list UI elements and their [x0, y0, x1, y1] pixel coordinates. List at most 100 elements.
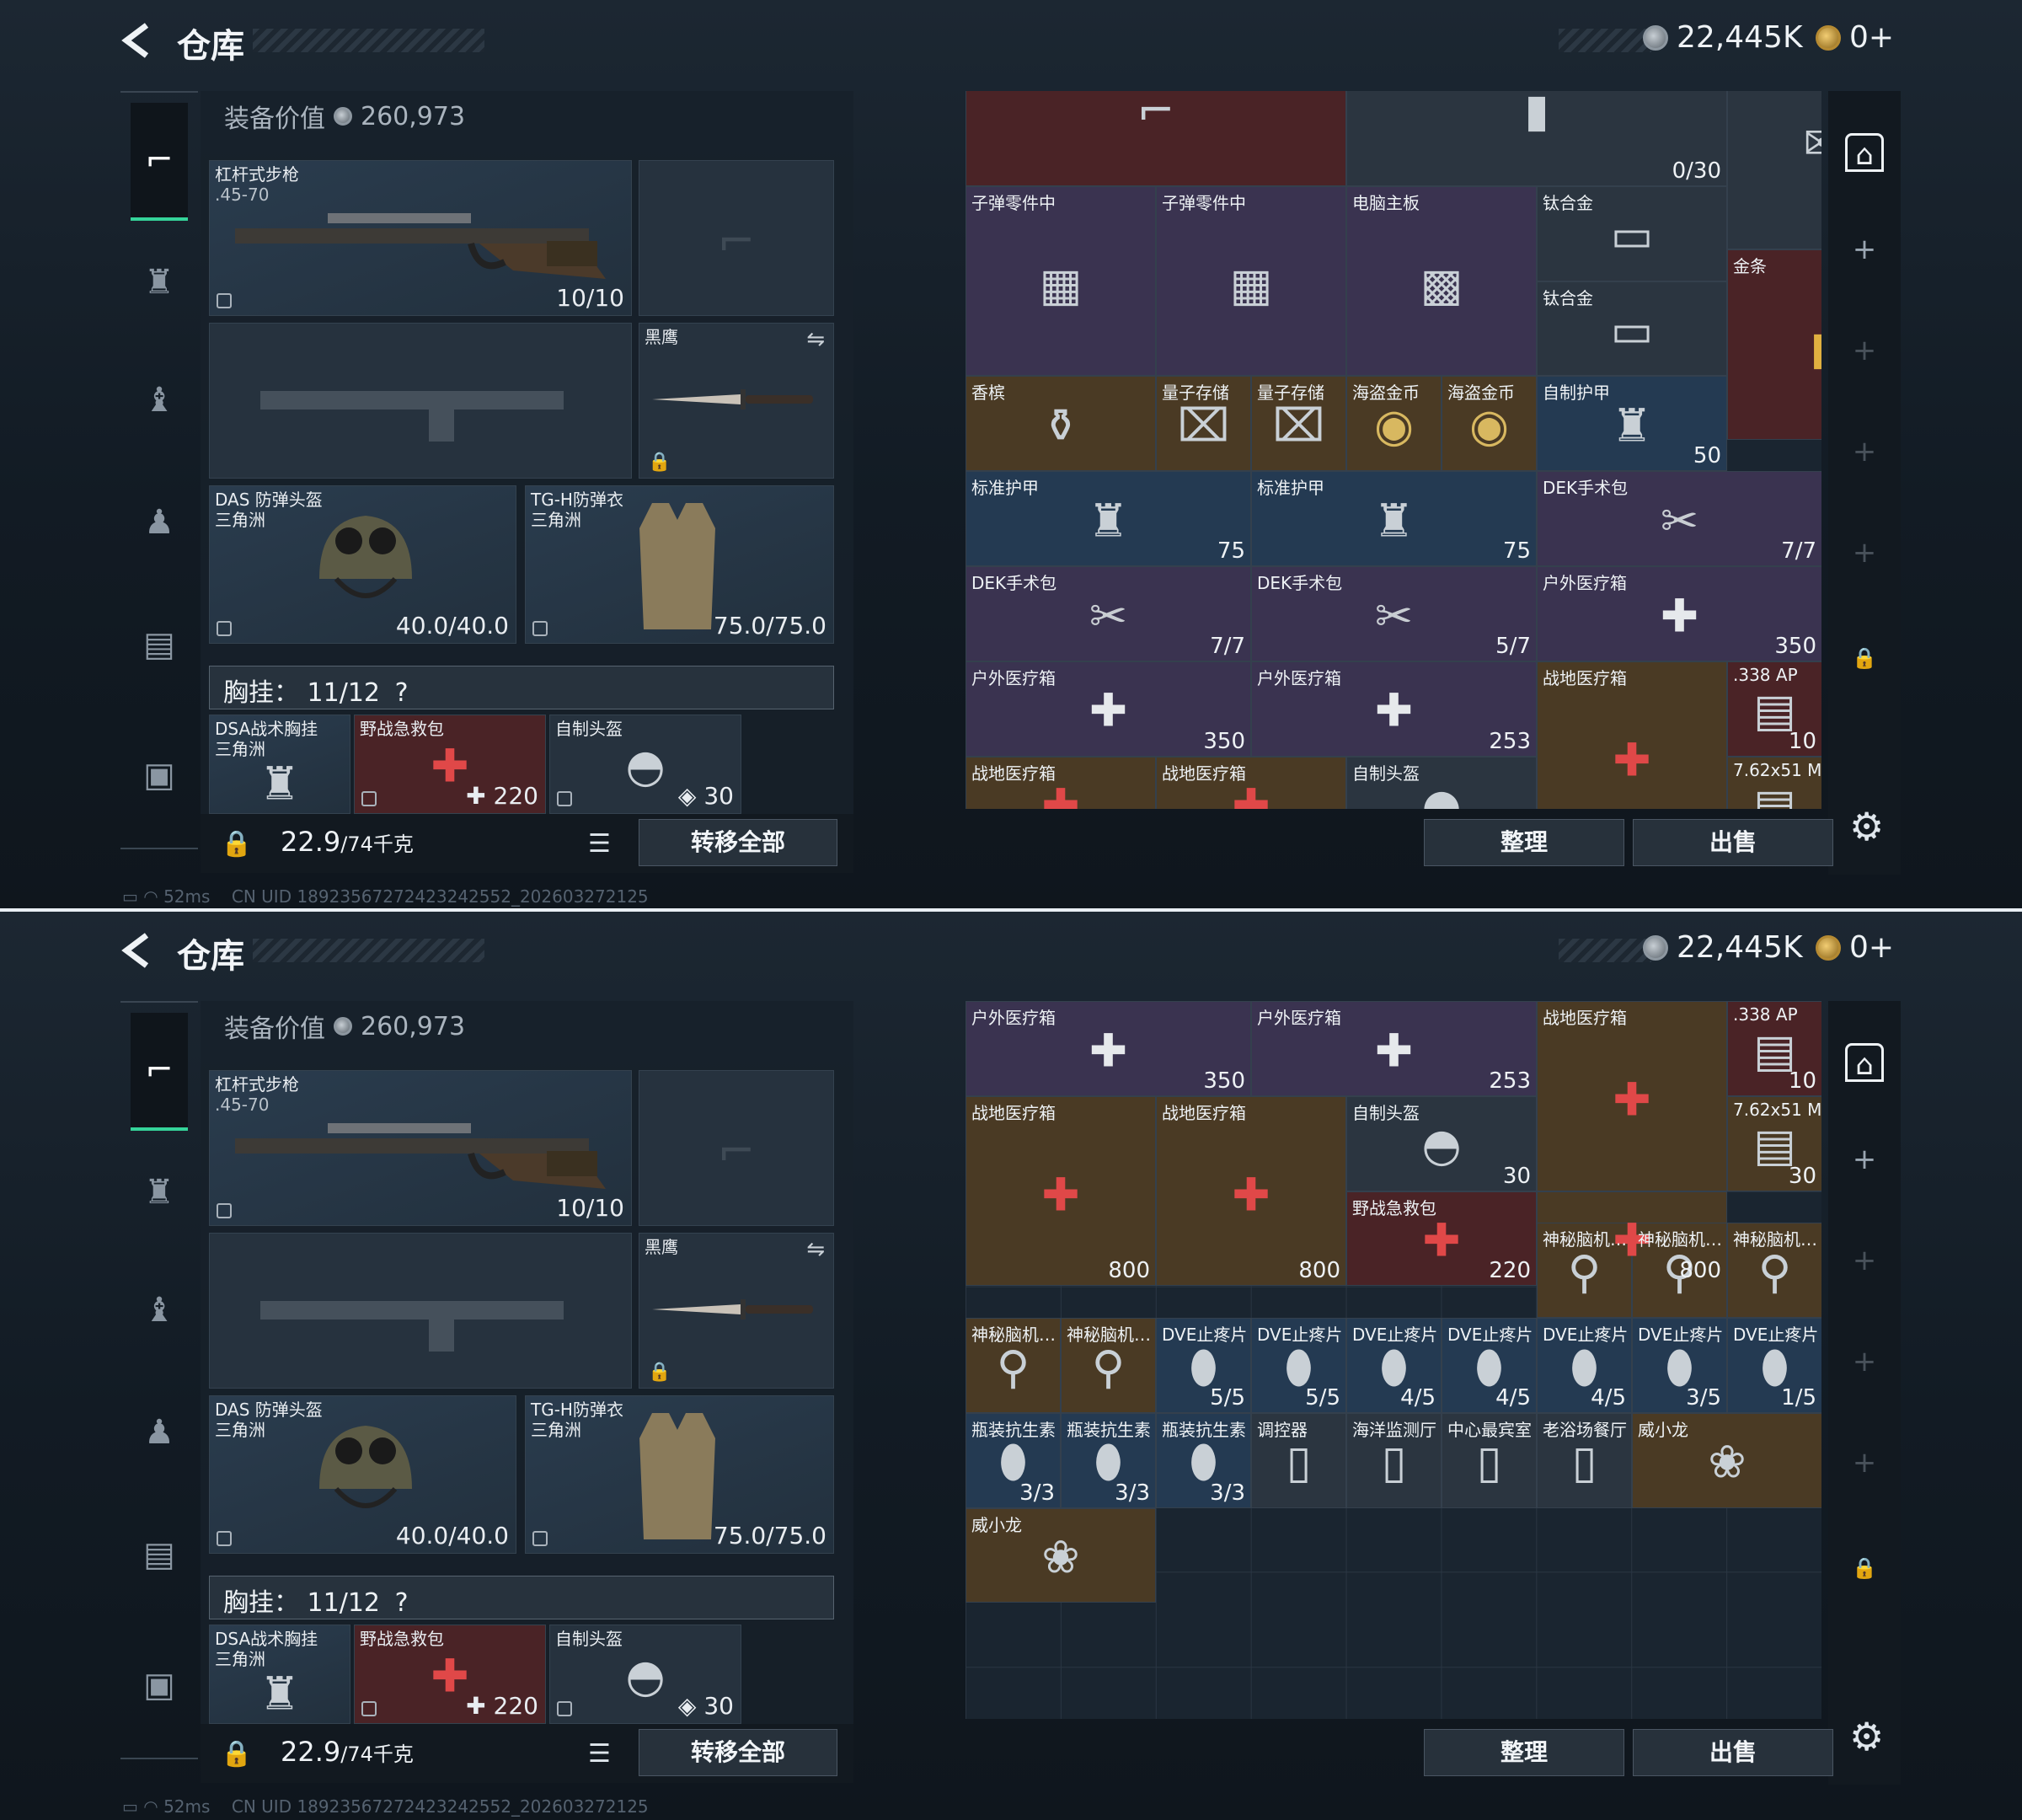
- stash-item[interactable]: 钛合金 ▭: [1537, 281, 1727, 377]
- stash-item[interactable]: 子弹零件中 ▦: [1156, 185, 1346, 377]
- stash-item[interactable]: 老浴场餐厅 ▯: [1537, 1412, 1632, 1508]
- back-arrow-icon[interactable]: [118, 930, 158, 971]
- stash-item[interactable]: 中心最宾室 ▯: [1442, 1412, 1537, 1508]
- stash-item[interactable]: 战地医疗箱 ✚ 800: [966, 1095, 1156, 1287]
- stash-item[interactable]: 海洋监测厅 ▯: [1346, 1412, 1442, 1508]
- back-arrow-icon[interactable]: [118, 20, 158, 61]
- secondary-weapon-slot[interactable]: [209, 323, 632, 479]
- list-icon[interactable]: ☰: [588, 829, 617, 859]
- add-page-icon[interactable]: +: [1845, 432, 1884, 471]
- stash-item[interactable]: DVE止疼片 ⬮ 1/5: [1727, 1318, 1821, 1413]
- stash-item[interactable]: 标准护甲 ♜ 75: [1251, 471, 1537, 566]
- stash-item[interactable]: 野战急救包 ✚ 220: [1346, 1191, 1537, 1287]
- stash-item[interactable]: .338 AP ▤ 10: [1727, 1001, 1821, 1096]
- stash-item[interactable]: DVE止疼片 ⬮ 4/5: [1537, 1318, 1632, 1413]
- stash-item[interactable]: 户外医疗箱 ✚ 350: [966, 1001, 1251, 1096]
- container-tab[interactable]: ▤: [131, 1525, 188, 1584]
- stash-item[interactable]: 量子存储 ⌧: [1156, 376, 1251, 472]
- case-tab[interactable]: ▣: [131, 746, 188, 805]
- stash-item[interactable]: 调控器 ▯: [1251, 1412, 1346, 1508]
- helmet-slot[interactable]: DAS 防弹头盔 三角洲 40.0/40.0: [209, 485, 516, 644]
- stash-item[interactable]: 户外医疗箱 ✚ 350: [1537, 566, 1821, 661]
- chest-rig-bar[interactable]: 胸挂： 11/12 ?: [209, 1576, 834, 1619]
- stash-item[interactable]: 自制头盔 ◓: [1346, 756, 1537, 809]
- stash-icon[interactable]: ⌂: [1845, 1043, 1884, 1082]
- stash-item[interactable]: 钛合金 ▭: [1537, 185, 1727, 281]
- stash-item[interactable]: ▮ 0/30: [1346, 91, 1727, 186]
- armor-tab[interactable]: ♜: [131, 1163, 188, 1222]
- secondary-weapon-slot[interactable]: [209, 1233, 632, 1389]
- stash-item[interactable]: 瓶装抗生素 ⬮ 3/3: [966, 1412, 1061, 1508]
- lock-icon[interactable]: 🔒: [221, 1739, 252, 1769]
- stash-grid[interactable]: 户外医疗箱 ✚ 350 户外医疗箱 ✚ 253 战地医疗箱 ✚ .338 AP ▤ 10 战地医疗箱 ✚…: [966, 1001, 1821, 1719]
- add-page-icon[interactable]: +: [1845, 1140, 1884, 1179]
- gear-icon[interactable]: ⚙: [1849, 1714, 1884, 1759]
- armor-slot[interactable]: TG-H防弹衣 三角洲 75.0/75.0: [525, 485, 834, 644]
- add-page-icon[interactable]: +: [1845, 331, 1884, 370]
- stash-item[interactable]: DEK手术包 ✂ 5/7: [1251, 566, 1537, 661]
- sort-button[interactable]: 整理: [1424, 1729, 1624, 1776]
- stash-item[interactable]: 战地医疗箱 ✚ 800: [1156, 1095, 1346, 1287]
- chest-item[interactable]: 野战急救包 ✚ ✚ 220: [354, 1625, 546, 1724]
- swap-icon[interactable]: ⇋: [806, 1237, 825, 1262]
- armor-slot[interactable]: TG-H防弹衣 三角洲 75.0/75.0: [525, 1395, 834, 1554]
- stash-item[interactable]: DVE止疼片 ⬮ 5/5: [1251, 1318, 1346, 1413]
- chest-item[interactable]: DSA战术胸挂 三角洲 ♜: [209, 715, 350, 814]
- pistol-slot[interactable]: ⌐: [639, 1070, 834, 1226]
- stash-item[interactable]: 威小龙 ❀: [1632, 1412, 1821, 1508]
- weapon-tab[interactable]: ⌐: [131, 103, 188, 221]
- stash-item[interactable]: 户外医疗箱 ✚ 253: [1251, 1001, 1537, 1096]
- primary-weapon-slot[interactable]: 杠杆式步枪 .45-70 10/10: [209, 1070, 632, 1226]
- stash-item[interactable]: 战地医疗箱 ✚: [1537, 661, 1727, 809]
- add-page-icon[interactable]: +: [1845, 533, 1884, 572]
- transfer-all-button[interactable]: 转移全部: [639, 819, 837, 866]
- primary-weapon-slot[interactable]: 杠杆式步枪 .45-70 10/10: [209, 160, 632, 316]
- stash-item[interactable]: 战地医疗箱 ✚: [1156, 756, 1346, 809]
- chest-item[interactable]: 自制头盔 ◓ ◈ 30: [549, 715, 741, 814]
- stash-item[interactable]: 电脑主板 ▩: [1346, 185, 1537, 377]
- backpack-tab[interactable]: ♝: [131, 1281, 188, 1340]
- stash-item[interactable]: 海盗金币 ◉: [1442, 376, 1537, 472]
- add-page-icon[interactable]: +: [1845, 1443, 1884, 1482]
- armor-tab[interactable]: ♜: [131, 253, 188, 312]
- lock-icon[interactable]: 🔒: [1845, 1549, 1884, 1587]
- bag-tab[interactable]: ♟: [131, 493, 188, 552]
- stash-item[interactable]: 金条 ▮: [1727, 249, 1821, 440]
- melee-slot[interactable]: 黑鹰 ⇋ 🔒: [639, 323, 834, 479]
- stash-item[interactable]: 7.62x51 M…▤30: [1727, 1095, 1821, 1191]
- melee-slot[interactable]: 黑鹰 ⇋ 🔒: [639, 1233, 834, 1389]
- stash-item[interactable]: 神秘脑机… ⚲: [1727, 1223, 1821, 1318]
- add-page-icon[interactable]: +: [1845, 1241, 1884, 1280]
- stash-item[interactable]: 海盗金币 ◉: [1346, 376, 1442, 472]
- helmet-slot[interactable]: DAS 防弹头盔 三角洲 40.0/40.0: [209, 1395, 516, 1554]
- gold-display[interactable]: 0+: [1816, 20, 1894, 55]
- stash-item[interactable]: .338 AP ▤ 10: [1727, 661, 1821, 757]
- chest-item[interactable]: 野战急救包 ✚ ✚ 220: [354, 715, 546, 814]
- gold-display[interactable]: 0+: [1816, 930, 1894, 965]
- stash-item[interactable]: 标准护甲 ♜ 75: [966, 471, 1251, 566]
- weapon-tab[interactable]: ⌐: [131, 1013, 188, 1131]
- pistol-slot[interactable]: ⌐: [639, 160, 834, 316]
- swap-icon[interactable]: ⇋: [806, 327, 825, 352]
- stash-item[interactable]: 香槟 ⚱: [966, 376, 1156, 472]
- stash-item[interactable]: 户外医疗箱 ✚ 350: [966, 661, 1251, 757]
- stash-item[interactable]: 威小龙 ❀: [966, 1507, 1156, 1603]
- stash-item[interactable]: DVE止疼片 ⬮ 3/5: [1632, 1318, 1727, 1413]
- lock-icon[interactable]: 🔒: [1845, 639, 1884, 677]
- stash-item[interactable]: 线报1✉: [1727, 91, 1821, 249]
- stash-item[interactable]: 子弹零件中 ▦: [966, 185, 1156, 377]
- case-tab[interactable]: ▣: [131, 1656, 188, 1715]
- stash-grid[interactable]: 稀有滑膛枪⌐ ▮ 0/30线报1✉ 子弹零件中 ▦ 子弹零件中 ▦ 电脑主板 ▩ 钛合金 ▭ 钛合金 ▭…: [966, 91, 1821, 809]
- help-icon[interactable]: ?: [395, 678, 409, 708]
- stash-item[interactable]: 自制护甲 ♜ 50: [1537, 376, 1727, 472]
- stash-item[interactable]: DVE止疼片 ⬮ 4/5: [1442, 1318, 1537, 1413]
- sell-button[interactable]: 出售: [1633, 819, 1833, 866]
- sort-button[interactable]: 整理: [1424, 819, 1624, 866]
- stash-item[interactable]: DVE止疼片 ⬮ 5/5: [1156, 1318, 1251, 1413]
- stash-item[interactable]: 神秘脑机… ⚲: [1061, 1318, 1156, 1413]
- stash-item[interactable]: 瓶装抗生素 ⬮ 3/3: [1156, 1412, 1251, 1508]
- stash-item[interactable]: 神秘脑机… ⚲: [966, 1318, 1061, 1413]
- stash-item[interactable]: DEK手术包 ✂ 7/7: [1537, 471, 1821, 566]
- stash-item[interactable]: 瓶装抗生素 ⬮ 3/3: [1061, 1412, 1156, 1508]
- container-tab[interactable]: ▤: [131, 615, 188, 674]
